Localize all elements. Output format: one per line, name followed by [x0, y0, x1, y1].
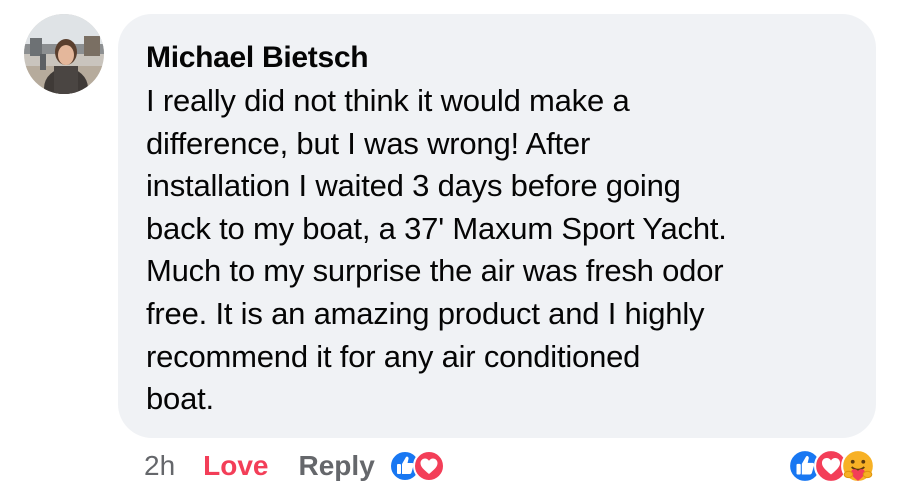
reply-button[interactable]: Reply [299, 450, 375, 482]
comment-bubble: Michael Bietsch I really did not think i… [118, 14, 876, 438]
comment-timestamp[interactable]: 2h [144, 450, 175, 482]
love-button[interactable]: Love [203, 450, 268, 482]
love-icon [412, 450, 445, 482]
comment-text: I really did not think it would make a d… [146, 83, 727, 417]
care-icon [841, 449, 875, 483]
comment-actions: 2h Love Reply [144, 448, 445, 484]
comment-author[interactable]: Michael Bietsch [146, 40, 850, 76]
inline-reactions[interactable] [388, 450, 445, 482]
comment-thread: Michael Bietsch I really did not think i… [0, 0, 900, 502]
profile-photo-icon [24, 14, 104, 94]
reaction-summary[interactable] [788, 448, 876, 484]
avatar[interactable] [24, 14, 104, 94]
